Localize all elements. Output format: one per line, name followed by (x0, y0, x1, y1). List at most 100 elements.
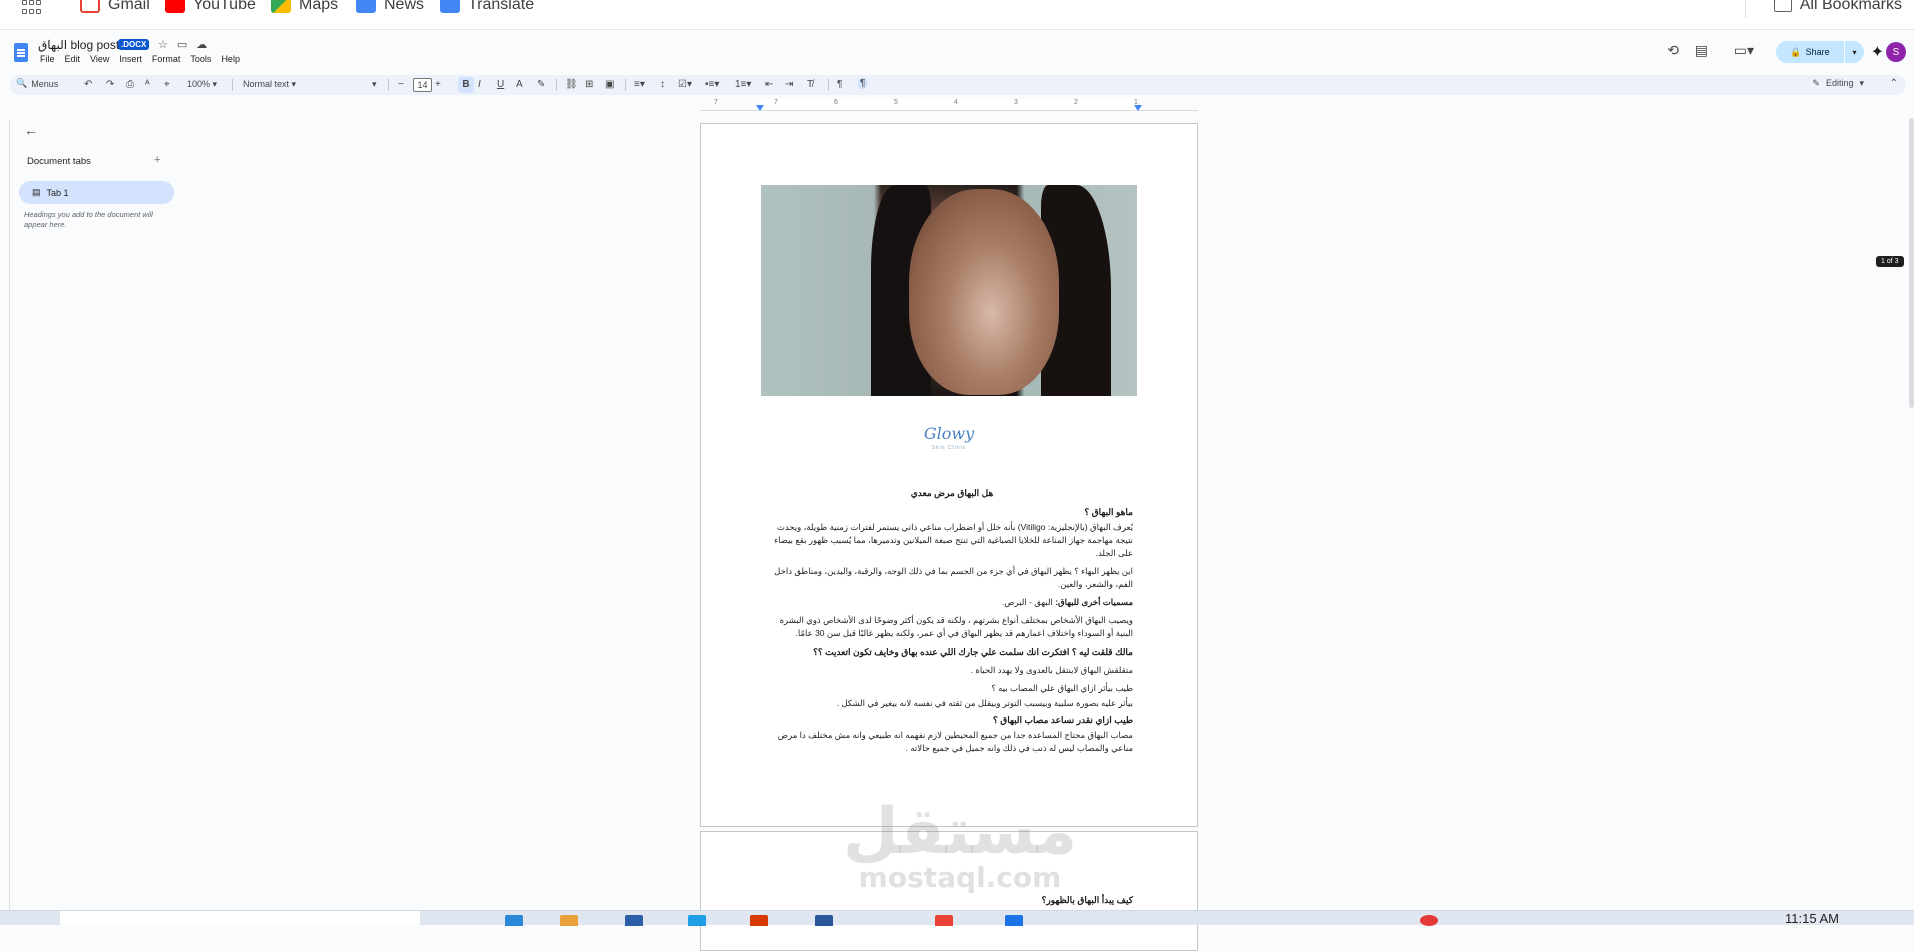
italic-button[interactable]: I (478, 79, 481, 90)
taskbar-app-icon[interactable] (1420, 915, 1438, 926)
text-color-icon[interactable]: A (516, 79, 523, 90)
all-bookmarks-button[interactable]: All Bookmarks (1773, 0, 1902, 14)
right-indent-marker[interactable] (1134, 105, 1142, 111)
news-icon (356, 0, 376, 13)
scrollbar[interactable] (1909, 118, 1914, 408)
clinic-logo: Glowy Skin Clinic (701, 424, 1197, 451)
apps-grid-icon[interactable] (22, 0, 42, 16)
woman-vitiligo-photo[interactable] (761, 185, 1137, 396)
decrease-font-icon[interactable]: − (398, 79, 404, 90)
vertical-ruler (0, 120, 10, 910)
menu-edit[interactable]: Edit (65, 54, 81, 64)
link-icon[interactable]: ⛓ (565, 79, 578, 90)
redo-icon[interactable]: ↷ (106, 79, 114, 90)
numbered-list-icon[interactable]: 1≡▾ (735, 79, 751, 90)
question-contagious: مالك قلقت ليه ؟ افتكرت انك سلمت علي جارك… (813, 647, 1133, 657)
os-taskbar: 11:15 AM (0, 910, 1914, 926)
print-icon[interactable]: ⎙ (126, 79, 134, 90)
gemini-icon[interactable]: ✦ (1871, 42, 1884, 62)
taskbar-app-icon[interactable] (750, 915, 768, 926)
bold-button[interactable]: B (458, 77, 474, 93)
ruler-active-area (760, 99, 1138, 110)
taskbar-app-icon[interactable] (1005, 915, 1023, 926)
document-title[interactable]: البهاق blog post (38, 38, 119, 52)
toolbar-divider (828, 79, 829, 91)
style-select[interactable]: Normal text ▾ (243, 79, 296, 90)
underline-button[interactable]: U (497, 79, 504, 90)
line-spacing-icon[interactable]: ↕ (660, 79, 665, 90)
ruler-number: 6 (834, 99, 838, 106)
bookmark-maps[interactable]: Maps (271, 0, 338, 14)
document-page[interactable]: Glowy Skin Clinic هل البهاق مرض معدي ماه… (700, 123, 1198, 827)
chevron-down-icon: ▾ (1859, 78, 1864, 88)
spellcheck-icon[interactable]: ᴬ (145, 79, 150, 90)
checklist-icon[interactable]: ☑▾ (678, 79, 692, 90)
menu-insert[interactable]: Insert (119, 54, 142, 64)
editing-mode-select[interactable]: ✎ Editing ▾ (1812, 78, 1864, 89)
docs-logo-icon[interactable] (14, 43, 28, 62)
insert-image-icon[interactable]: ▣ (605, 79, 614, 90)
menu-bar: File Edit View Insert Format Tools Help (40, 54, 240, 64)
menu-help[interactable]: Help (221, 54, 240, 64)
taskbar-app-icon[interactable] (815, 915, 833, 926)
mostaql-watermark: مستقل mostaql.com (842, 795, 1078, 894)
add-comment-icon[interactable]: ⊞ (585, 79, 593, 90)
increase-font-icon[interactable]: + (435, 79, 441, 90)
paragraph: متقلقش البهاق لاينتقل بالعدوى ولا يهدد ا… (970, 665, 1133, 675)
bookmark-gmail[interactable]: Gmail (80, 0, 150, 14)
document-body[interactable]: هل البهاق مرض معدي ماهو البهاق ؟ يُعرف ا… (771, 487, 1133, 755)
align-icon[interactable]: ≡▾ (634, 79, 645, 90)
zoom-select[interactable]: 100% ▾ (187, 79, 217, 90)
bookmark-youtube[interactable]: YouTube (165, 0, 256, 14)
avatar[interactable]: S (1886, 42, 1906, 62)
font-size-input[interactable]: 14 (413, 78, 432, 92)
logo-tagline: Skin Clinic (931, 445, 967, 451)
system-clock[interactable]: 11:15 AM (1785, 911, 1839, 926)
share-dropdown[interactable]: ▾ (1845, 41, 1864, 63)
docs-header: البهاق blog post .DOCX ☆ ▭ ☁ File Edit V… (0, 31, 1914, 73)
left-indent-marker[interactable] (756, 105, 764, 111)
ltr-icon[interactable]: ¶ (837, 79, 842, 90)
meet-icon[interactable]: ▭▾ (1734, 42, 1754, 59)
folder-icon (1773, 0, 1792, 12)
version-history-icon[interactable]: ⟲ (1667, 42, 1679, 59)
increase-indent-icon[interactable]: ⇥ (785, 79, 793, 90)
paint-format-icon[interactable]: ⌖ (164, 79, 170, 90)
paragraph: اين يظهر البهاء ؟ يظهر البهاق في أي جزء … (774, 566, 1133, 589)
add-tab-icon[interactable]: + (154, 154, 160, 166)
menu-tools[interactable]: Tools (190, 54, 211, 64)
bookmark-translate[interactable]: Translate (440, 0, 534, 14)
collapse-toolbar-icon[interactable]: ⌃ (1890, 78, 1898, 89)
menu-view[interactable]: View (90, 54, 109, 64)
cloud-status-icon[interactable]: ☁ (196, 38, 207, 51)
highlight-icon[interactable]: ✎ (537, 79, 545, 90)
menu-file[interactable]: File (40, 54, 55, 64)
pencil-icon: ✎ (1812, 78, 1820, 88)
tab-item-tab-1[interactable]: ▤ Tab 1 (19, 181, 174, 204)
share-button[interactable]: 🔒 Share (1776, 41, 1844, 63)
clear-formatting-icon[interactable]: T̸ (807, 79, 813, 90)
taskbar-app-icon[interactable] (688, 915, 706, 926)
font-select[interactable]: ▾ (372, 79, 377, 90)
rtl-icon[interactable]: ¶ (858, 78, 868, 89)
search-icon: 🔍 (16, 78, 28, 88)
undo-icon[interactable]: ↶ (84, 79, 92, 90)
bulleted-list-icon[interactable]: •≡▾ (705, 79, 719, 90)
taskbar-app-icon[interactable] (560, 915, 578, 926)
taskbar-app-icon[interactable] (625, 915, 643, 926)
menu-format[interactable]: Format (152, 54, 181, 64)
search-menus[interactable]: 🔍 Menus (16, 78, 58, 89)
taskbar-app-icon[interactable] (505, 915, 523, 926)
back-arrow-icon[interactable]: ← (24, 122, 38, 138)
decrease-indent-icon[interactable]: ⇤ (765, 79, 773, 90)
paragraph: بيأثر عليه بصورة سلبية وبيسبب التوتر وبي… (836, 698, 1133, 708)
bookmark-news[interactable]: News (356, 0, 424, 14)
other-names-line: مسميات أخرى للبهاق: البهق - البرص. (1001, 597, 1133, 607)
star-icon[interactable]: ☆ (158, 38, 168, 51)
taskbar-search[interactable] (60, 911, 420, 926)
move-folder-icon[interactable]: ▭ (177, 38, 187, 51)
taskbar-app-icon[interactable] (935, 915, 953, 926)
docx-badge: .DOCX (118, 39, 150, 50)
paragraph: يُعرف البهاق (بالإنجليزية: Vitiligo) بأن… (774, 522, 1133, 558)
comments-icon[interactable]: ▤ (1695, 42, 1708, 59)
